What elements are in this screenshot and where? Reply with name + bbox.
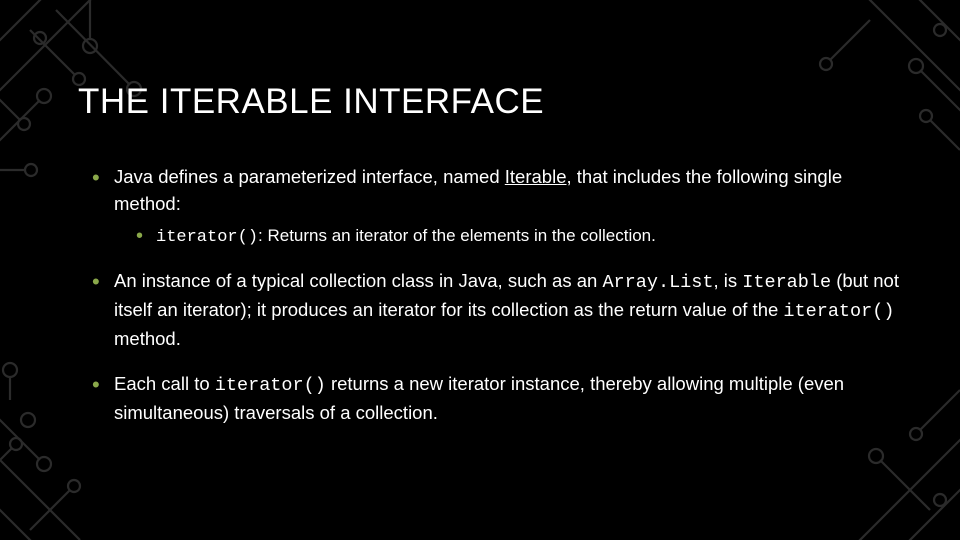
slide-title: THE ITERABLE INTERFACE (78, 82, 900, 122)
bullet-text: Each call to (114, 373, 215, 394)
bullet-item: Java defines a parameterized interface, … (96, 164, 900, 250)
sub-bullet-item: iterator(): Returns an iterator of the e… (140, 224, 900, 251)
bullet-text: method. (114, 328, 181, 349)
code-text: iterator() (783, 301, 894, 322)
code-text: Iterable (742, 272, 831, 293)
code-text: iterator() (215, 375, 326, 396)
bullet-text: An instance of a typical collection clas… (114, 270, 602, 291)
code-text: Array.List (602, 272, 713, 293)
bullet-list: Java defines a parameterized interface, … (78, 164, 900, 426)
code-text: iterator() (156, 228, 258, 247)
sub-bullet-list: iterator(): Returns an iterator of the e… (114, 224, 900, 251)
iterable-keyword: Iterable (505, 166, 567, 187)
bullet-text: , is (713, 270, 742, 291)
bullet-item: Each call to iterator() returns a new it… (96, 371, 900, 427)
bullet-text: Java defines a parameterized interface, … (114, 166, 505, 187)
bullet-item: An instance of a typical collection clas… (96, 268, 900, 352)
bullet-text: : Returns an iterator of the elements in… (258, 226, 656, 245)
slide-content: THE ITERABLE INTERFACE Java defines a pa… (0, 0, 960, 426)
